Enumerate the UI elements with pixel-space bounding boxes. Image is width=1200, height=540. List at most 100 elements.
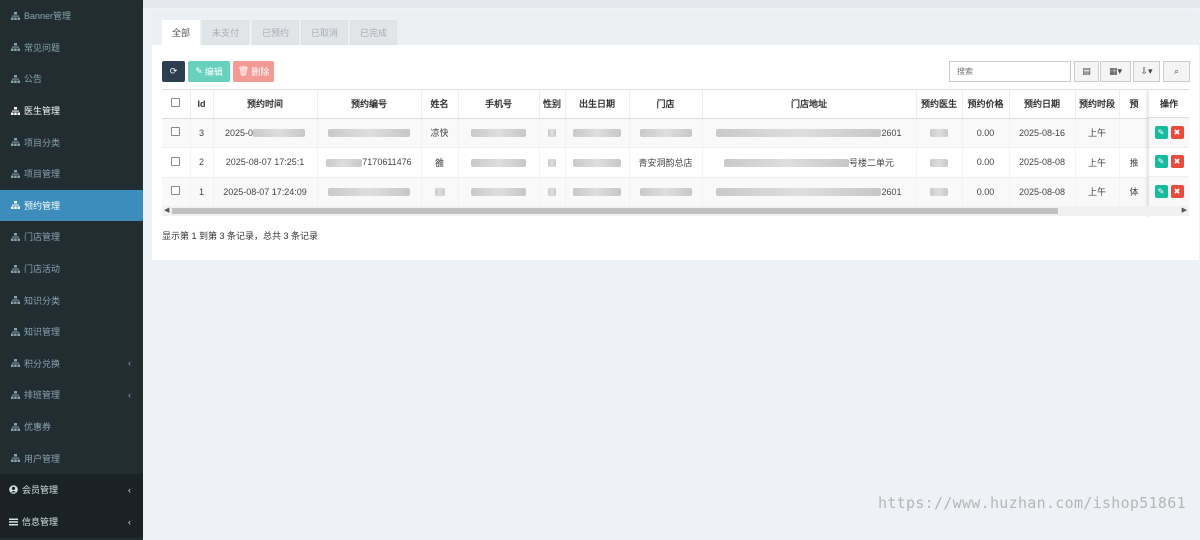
sitemap-icon <box>11 327 20 336</box>
cell-address-text: 2601 <box>881 186 902 197</box>
sidebar-item-knowledge-category[interactable]: 知识分类 <box>0 284 143 316</box>
columns-button[interactable]: ▦▾ <box>1100 61 1131 82</box>
sidebar-item-banner[interactable]: Banner管理 <box>0 0 143 32</box>
sitemap-icon <box>11 11 20 20</box>
sidebar-item-project[interactable]: 项目管理 <box>0 158 143 190</box>
select-all-checkbox[interactable] <box>171 98 181 108</box>
refresh-button[interactable]: ⟳ <box>162 61 185 82</box>
row-select-cell[interactable] <box>162 118 191 148</box>
sidebar-item-label: 积分兑换 <box>24 358 61 369</box>
row-checkbox[interactable] <box>171 186 181 196</box>
row-delete-button[interactable]: ✖ <box>1170 125 1184 139</box>
tab-cancelled[interactable]: 已取消 <box>301 20 349 45</box>
search-input[interactable] <box>949 61 1071 82</box>
sidebar-item-store-activity[interactable]: 门店活动 <box>0 253 143 285</box>
edit-button[interactable]: ✎ 编辑 <box>188 61 230 82</box>
ops-header: 操作 <box>1149 90 1189 118</box>
tab-all[interactable]: 全部 <box>162 20 201 45</box>
col-store[interactable]: 门店 <box>629 90 703 119</box>
sidebar-group-label: 信息管理 <box>22 517 59 528</box>
sidebar-item-user[interactable]: 用户管理 <box>0 442 143 474</box>
row-checkbox[interactable] <box>171 156 181 166</box>
sidebar-item-points-exchange[interactable]: 积分兑换 ‹ <box>0 348 143 380</box>
sidebar-item-appointment[interactable]: 预约管理 <box>0 189 143 222</box>
sidebar-item-store[interactable]: 门店管理 <box>0 221 143 253</box>
col-slot[interactable]: 预约时段 <box>1075 90 1120 119</box>
sitemap-icon <box>11 264 20 273</box>
tab-booked[interactable]: 已预约 <box>252 20 300 45</box>
redacted-text <box>639 188 692 197</box>
sidebar-item-label: 门店活动 <box>24 264 61 275</box>
chevron-left-icon: ‹ <box>128 358 131 369</box>
sidebar-item-knowledge[interactable]: 知识管理 <box>0 316 143 348</box>
sidebar-item-doctor[interactable]: 医生管理 <box>0 95 143 127</box>
col-birth[interactable]: 出生日期 <box>565 90 630 119</box>
col-gender[interactable]: 性别 <box>539 90 566 119</box>
cell-phone <box>458 147 540 178</box>
col-name[interactable]: 姓名 <box>421 90 459 119</box>
download-icon: ⇩▾ <box>1140 66 1153 76</box>
col-price[interactable]: 预约价格 <box>962 90 1010 119</box>
cell-doctor <box>916 177 963 207</box>
sidebar-item-faq[interactable]: 常见问题 <box>0 32 143 64</box>
search-icon: ⌕ <box>1173 66 1180 76</box>
scroll-left-arrow-icon[interactable]: ◀ <box>164 206 169 214</box>
row-delete-button[interactable]: ✖ <box>1170 184 1184 198</box>
sidebar-item-project-category[interactable]: 项目分类 <box>0 126 143 158</box>
col-doctor[interactable]: 预约医生 <box>916 90 963 119</box>
select-all-cell[interactable] <box>162 90 191 119</box>
redacted-text <box>471 188 526 197</box>
redacted-text <box>723 159 849 168</box>
redacted-text <box>548 158 556 167</box>
sitemap-icon <box>11 74 20 83</box>
row-select-cell[interactable] <box>162 177 191 207</box>
list-alt-icon: ▤ <box>1082 66 1091 76</box>
sidebar-item-label: 预约管理 <box>24 200 61 211</box>
redacted-text <box>548 188 556 197</box>
export-button[interactable]: ⇩▾ <box>1133 61 1160 82</box>
row-edit-button[interactable]: ✎ <box>1154 125 1168 139</box>
delete-label: 删除 <box>251 67 270 77</box>
sidebar-group-member[interactable]: 会员管理 ‹ <box>0 473 143 506</box>
pencil-icon: ✎ <box>195 66 203 76</box>
sidebar-item-label: Banner管理 <box>24 11 72 22</box>
col-phone[interactable]: 手机号 <box>458 90 540 119</box>
col-time[interactable]: 预约时间 <box>213 90 318 119</box>
scroll-right-arrow-icon[interactable]: ▶ <box>1182 206 1187 214</box>
sidebar-item-label: 公告 <box>24 74 43 85</box>
table-row: 1 2025-08-07 17:24:09 2601 0.00 2025-08-… <box>162 177 1160 207</box>
sidebar-item-schedule[interactable]: 排班管理 ‹ <box>0 379 143 411</box>
sidebar-item-label: 知识管理 <box>24 327 61 338</box>
sidebar-group-info[interactable]: 信息管理 ‹ <box>0 505 143 538</box>
col-no[interactable]: 预约编号 <box>317 90 422 119</box>
cell-name: 雒 <box>421 147 459 178</box>
sidebar-item-coupon[interactable]: 优惠券 <box>0 411 143 443</box>
cell-doctor <box>916 147 963 178</box>
cell-store: 青安洞韵总店 <box>629 147 703 178</box>
scrollbar-thumb[interactable] <box>172 208 1058 214</box>
cell-phone <box>458 118 540 148</box>
content-panel: 全部 未支付 已预约 已取消 已完成 ⟳ ✎编辑 🗑删除 ▤ ▦▾ ⇩▾ ⌕ I… <box>152 11 1199 260</box>
tab-completed[interactable]: 已完成 <box>350 20 398 45</box>
advanced-search-button[interactable]: ⌕ <box>1163 61 1190 82</box>
row-select-cell[interactable] <box>162 147 191 178</box>
pagination-summary: 显示第 1 到第 3 条记录，总共 3 条记录 <box>162 231 319 241</box>
cell-gender <box>539 147 566 178</box>
col-date[interactable]: 预约日期 <box>1009 90 1076 119</box>
delete-button[interactable]: 🗑 删除 <box>233 61 274 82</box>
tab-unpaid[interactable]: 未支付 <box>202 20 250 45</box>
col-id[interactable]: Id <box>190 90 214 119</box>
status-tabs: 全部 未支付 已预约 已取消 已完成 <box>152 11 1199 45</box>
row-checkbox[interactable] <box>171 127 181 137</box>
row-edit-button[interactable]: ✎ <box>1154 184 1168 198</box>
toggle-view-button[interactable]: ▤ <box>1074 61 1099 82</box>
sidebar-item-label: 项目分类 <box>24 137 61 148</box>
sidebar-item-notice[interactable]: 公告 <box>0 63 143 95</box>
row-edit-button[interactable]: ✎ <box>1154 155 1168 169</box>
cell-price: 0.00 <box>962 177 1010 207</box>
row-delete-button[interactable]: ✖ <box>1170 155 1184 169</box>
horizontal-scrollbar[interactable]: ◀ ▶ <box>162 206 1189 216</box>
col-address[interactable]: 门店地址 <box>702 90 917 119</box>
sitemap-icon <box>11 201 20 210</box>
cell-slot: 上午 <box>1075 118 1120 148</box>
